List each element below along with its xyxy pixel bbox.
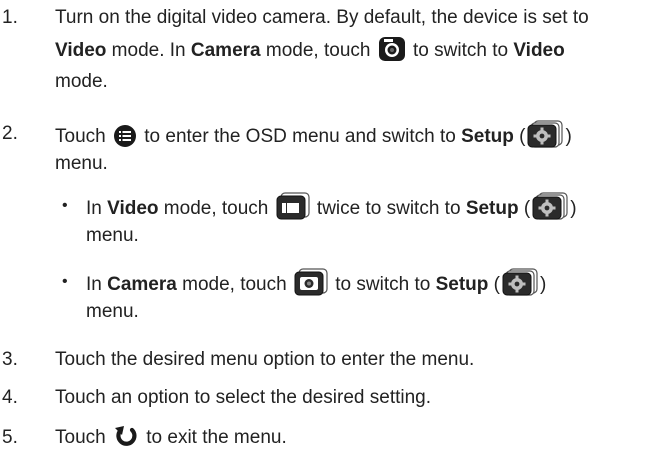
- bullet: •: [62, 197, 68, 214]
- step-number: 1.: [2, 7, 18, 28]
- setup-gear-icon: [527, 120, 564, 148]
- step-number: 3.: [2, 349, 18, 370]
- camera-tab-icon: [294, 268, 328, 296]
- return-arrow-icon: [113, 425, 139, 449]
- step-number: 2.: [2, 123, 18, 144]
- bullet: •: [62, 273, 68, 290]
- setup-gear-icon: [532, 192, 568, 220]
- step-number: 4.: [2, 387, 18, 408]
- step-number: 5.: [2, 427, 18, 448]
- camera-mode-icon: [378, 36, 406, 62]
- setup-gear-icon: [502, 268, 538, 296]
- video-tab-icon: [276, 192, 310, 220]
- menu-list-icon: [113, 124, 137, 148]
- step-1-line-2: Video mode. In Camera mode, touch to swi…: [55, 36, 565, 65]
